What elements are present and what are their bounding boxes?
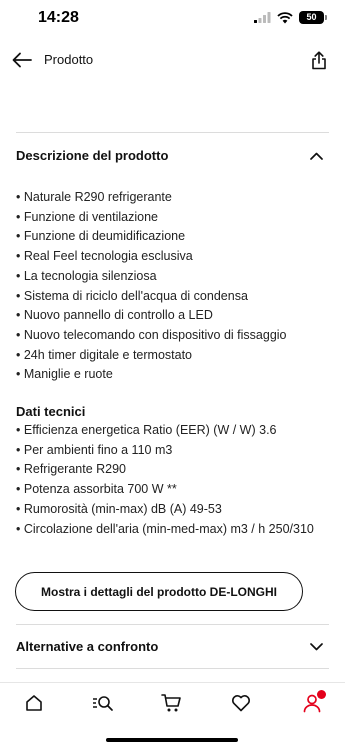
page-title: Prodotto — [44, 52, 94, 67]
back-button[interactable] — [10, 49, 34, 71]
cart-icon — [161, 694, 181, 712]
list-item: Rumorosità (min-max) dB (A) 49-53 — [16, 500, 329, 520]
nav-search-button[interactable] — [89, 691, 117, 715]
list-item: Funzione di deumidificazione — [16, 227, 329, 247]
home-icon — [26, 695, 42, 711]
list-item: Circolazione dell'aria (min-med-max) m3 … — [16, 520, 329, 540]
top-header: Prodotto — [0, 40, 345, 80]
alternatives-section-header[interactable]: Alternative a confronto — [16, 625, 329, 669]
description-section-title: Descrizione del prodotto — [16, 148, 169, 163]
search-icon — [93, 696, 113, 711]
status-icons: 50 — [254, 11, 327, 24]
heart-icon — [232, 695, 250, 712]
tech-spec-list: Efficienza energetica Ratio (EER) (W / W… — [16, 421, 329, 539]
wifi-icon — [277, 11, 293, 23]
list-item: Real Feel tecnologia esclusiva — [16, 247, 329, 267]
chevron-up-icon — [309, 149, 323, 163]
nav-profile-button[interactable] — [298, 690, 326, 715]
divider — [16, 132, 329, 133]
nav-cart-button[interactable] — [158, 691, 186, 715]
list-item: 24h timer digitale e termostato — [16, 346, 329, 366]
signal-icon — [254, 12, 271, 23]
list-item: Nuovo telecomando con dispositivo di fis… — [16, 326, 329, 346]
list-item: Refrigerante R290 — [16, 460, 329, 480]
share-button[interactable] — [307, 48, 331, 72]
share-icon — [312, 50, 326, 69]
alternatives-section-title: Alternative a confronto — [16, 639, 159, 654]
list-item: Nuovo pannello di controllo a LED — [16, 306, 329, 326]
status-time: 14:28 — [38, 9, 79, 26]
feature-list: Naturale R290 refrigerante Funzione di v… — [16, 188, 329, 385]
list-item: Per ambienti fino a 110 m3 — [16, 441, 329, 461]
status-bar: 14:28 50 — [0, 0, 345, 38]
battery-icon: 50 — [299, 11, 327, 24]
list-item: Maniglie e ruote — [16, 365, 329, 385]
nav-home-button[interactable] — [20, 691, 48, 715]
home-indicator — [106, 738, 238, 742]
product-details-button[interactable]: Mostra i dettagli del prodotto DE-LONGHI — [15, 572, 303, 611]
list-item: Naturale R290 refrigerante — [16, 188, 329, 208]
list-item: La tecnologia silenziosa — [16, 267, 329, 287]
list-item: Funzione di ventilazione — [16, 208, 329, 228]
chevron-down-icon — [309, 640, 323, 654]
notification-badge — [317, 690, 326, 699]
nav-favorites-button[interactable] — [227, 691, 255, 715]
description-section-header[interactable]: Descrizione del prodotto — [16, 134, 329, 178]
battery-level: 50 — [299, 11, 324, 24]
list-item: Potenza assorbita 700 W ** — [16, 480, 329, 500]
tech-data-heading: Dati tecnici — [16, 404, 86, 419]
arrow-left-icon — [12, 52, 32, 68]
list-item: Sistema di riciclo dell'acqua di condens… — [16, 287, 329, 307]
list-item: Efficienza energetica Ratio (EER) (W / W… — [16, 421, 329, 441]
